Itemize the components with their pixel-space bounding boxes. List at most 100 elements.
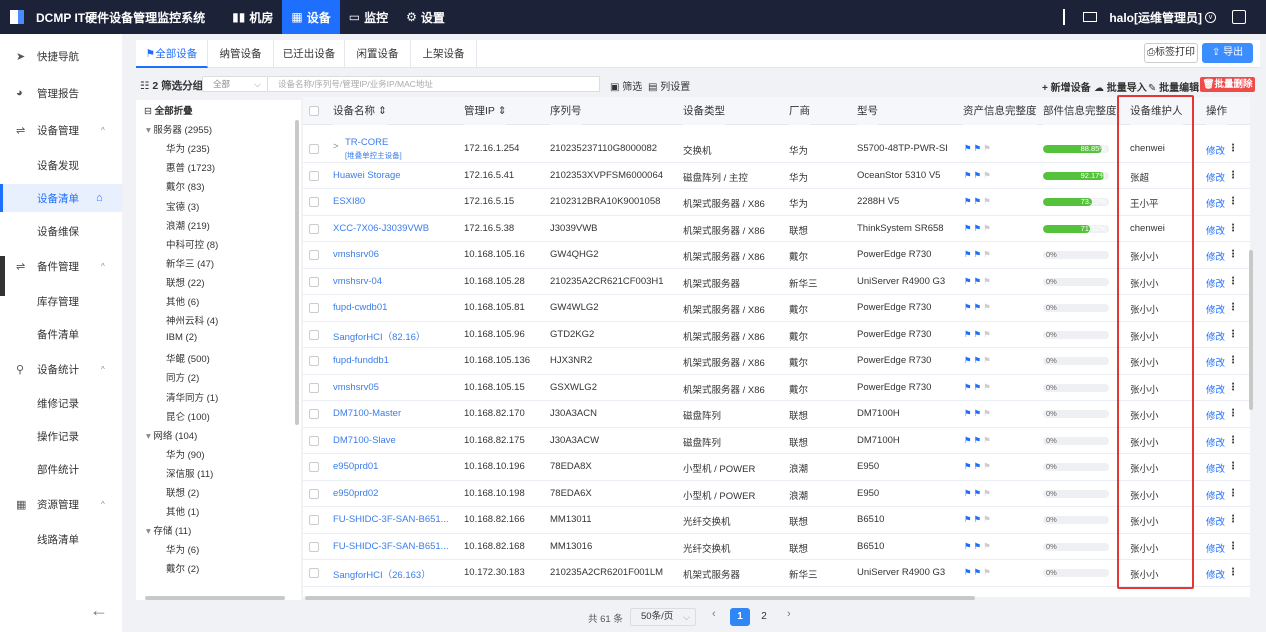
sidebar-item-device-mgmt[interactable]: ⇌ 设备管理 ^	[0, 116, 122, 144]
edit-link[interactable]: 修改	[1206, 567, 1225, 581]
tree-leaf[interactable]: 深信服 (11)	[166, 466, 213, 480]
prev-page-icon[interactable]: ‹	[712, 608, 716, 620]
row-checkbox[interactable]	[309, 435, 319, 446]
col-ip[interactable]: 管理IP ⇕	[464, 97, 507, 125]
tree-leaf[interactable]: 新华三 (47)	[166, 256, 214, 270]
more-icon[interactable]: ⋮	[1228, 382, 1238, 393]
edit-link[interactable]: 修改	[1206, 223, 1225, 237]
edit-link[interactable]: 修改	[1206, 170, 1225, 184]
page-size-select[interactable]: 50条/页	[630, 608, 696, 626]
device-name-link[interactable]: ESXI80	[333, 196, 365, 207]
batch-delete-button[interactable]: 🗑批量删除	[1200, 77, 1255, 92]
tree-leaf[interactable]: 其他 (6)	[166, 294, 199, 308]
tree-group[interactable]: ▾ 存储 (11)	[146, 523, 191, 537]
row-checkbox[interactable]	[309, 409, 319, 419]
export-button[interactable]: ⇪ 导出	[1202, 43, 1253, 63]
select-all-checkbox[interactable]	[309, 106, 319, 116]
device-name-link[interactable]: FU-SHIDC-3F-SAN-B651...	[333, 541, 449, 552]
sidebar-item-maintenance[interactable]: 设备维保	[0, 217, 122, 245]
tab-managed[interactable]: 纳管设备	[208, 40, 274, 68]
print-label-button[interactable]: ⎙标签打印	[1144, 43, 1198, 63]
sidebar-item-reports[interactable]: ◕ 管理报告	[0, 79, 122, 107]
tree-leaf[interactable]: IBM (2)	[166, 332, 197, 343]
drag-handle[interactable]	[0, 256, 5, 296]
device-name-link[interactable]: fupd-cwdb01	[333, 302, 387, 313]
table-row[interactable]: SangforHCI（26.163） 10.172.30.183 210235A2C…	[303, 560, 1250, 587]
tree-leaf[interactable]: 其他 (1)	[166, 504, 199, 518]
user-name[interactable]: halo[运维管理员]	[1109, 9, 1202, 26]
device-name-link[interactable]: FU-SHIDC-3F-SAN-B651...	[333, 514, 449, 525]
tree-leaf[interactable]: 华为 (90)	[166, 447, 205, 461]
batch-edit-button[interactable]: ✎ 批量编辑	[1148, 79, 1199, 94]
col-name[interactable]: 设备名称 ⇕	[333, 97, 387, 125]
sidebar-item-lines[interactable]: 线路清单	[0, 525, 122, 553]
chevron-down-icon[interactable]: v	[1205, 11, 1216, 23]
table-row[interactable]: fupd-funddb1 10.168.105.136 HJX3NR2 机架式服务器 …	[303, 348, 1250, 375]
row-checkbox[interactable]	[309, 250, 319, 260]
device-name-link[interactable]: Huawei Storage	[333, 170, 401, 181]
table-row[interactable]: ESXI80 172.16.5.15 2102312BRA10K9001058 机架式…	[303, 189, 1250, 216]
tab-racked[interactable]: 上架设备	[411, 40, 477, 68]
row-checkbox[interactable]	[309, 356, 319, 366]
nav-room[interactable]: ▮▮ 机房	[223, 0, 282, 34]
sidebar-item-quicknav[interactable]: ➤ 快捷导航	[0, 42, 122, 70]
more-icon[interactable]: ⋮	[1228, 249, 1238, 260]
device-name-link[interactable]: SangforHCI（82.16）	[333, 329, 425, 343]
tab-migrated[interactable]: 已迁出设备	[274, 40, 345, 68]
table-row[interactable]: vmshsrv-04 10.168.105.28 210235A2CR621CF00…	[303, 269, 1250, 295]
tree-hscrollbar[interactable]	[145, 596, 285, 600]
tree-leaf[interactable]: 惠普 (1723)	[166, 160, 215, 174]
collapse-arrow-icon[interactable]: ←	[90, 600, 108, 621]
device-name-link[interactable]: vmshsrv-04	[333, 276, 382, 287]
table-row[interactable]: DM7100-Slave 10.168.82.175 J30A3ACW 磁盘阵列 联想 D…	[303, 428, 1250, 454]
table-row[interactable]: e950prd02 10.168.10.198 78EDA6X 小型机 / POWER…	[303, 481, 1250, 507]
tree-leaf[interactable]: 浪潮 (219)	[166, 218, 210, 232]
row-checkbox[interactable]	[309, 303, 319, 313]
device-name-link[interactable]: DM7100-Slave	[333, 435, 396, 446]
table-row[interactable]: FU-SHIDC-3F-SAN-B651... 10.168.82.166 MM13…	[303, 507, 1250, 534]
mail-icon[interactable]	[1083, 12, 1098, 22]
more-icon[interactable]: ⋮	[1228, 302, 1238, 313]
nav-device[interactable]: ▦ 设备	[282, 0, 340, 34]
tab-all[interactable]: ⚑全部设备	[136, 40, 208, 68]
edit-link[interactable]: 修改	[1206, 355, 1225, 369]
more-icon[interactable]: ⋮	[1228, 143, 1238, 154]
edit-link[interactable]: 修改	[1206, 302, 1225, 316]
expand-icon[interactable]: >	[333, 141, 339, 152]
more-icon[interactable]: ⋮	[1228, 276, 1238, 287]
row-checkbox[interactable]	[309, 515, 319, 525]
group-select[interactable]: 全部	[202, 76, 268, 92]
table-vscrollbar[interactable]	[1249, 250, 1253, 410]
more-icon[interactable]: ⋮	[1228, 514, 1238, 525]
table-row[interactable]: DM7100-Master 10.168.82.170 J30A3ACN 磁盘阵列 联想…	[303, 401, 1250, 428]
row-checkbox[interactable]	[309, 144, 319, 154]
tree-leaf[interactable]: 华鲲 (500)	[166, 351, 210, 365]
tree-leaf[interactable]: 华为 (6)	[166, 542, 199, 556]
table-row[interactable]: fupd-cwdb01 10.168.105.81 GW4WLG2 机架式服务器 / …	[303, 295, 1250, 322]
tab-idle[interactable]: 闲置设备	[345, 40, 411, 68]
tree-leaf[interactable]: 宝德 (3)	[166, 199, 199, 213]
edit-link[interactable]: 修改	[1206, 249, 1225, 263]
sidebar-item-spare-list[interactable]: 备件清单	[0, 320, 122, 348]
nav-monitor[interactable]: ▭ 监控	[340, 0, 397, 34]
more-icon[interactable]: ⋮	[1228, 223, 1238, 234]
edit-link[interactable]: 修改	[1206, 408, 1225, 422]
tree-group[interactable]: ▾ 服务器 (2955)	[146, 122, 212, 136]
more-icon[interactable]: ⋮	[1228, 196, 1238, 207]
add-device-button[interactable]: + 新增设备	[1042, 79, 1091, 94]
table-row[interactable]: FU-SHIDC-3F-SAN-B651... 10.168.82.168 MM13…	[303, 534, 1250, 560]
tree-leaf[interactable]: 戴尔 (83)	[166, 179, 205, 193]
edit-link[interactable]: 修改	[1206, 461, 1225, 475]
edit-link[interactable]: 修改	[1206, 382, 1225, 396]
row-checkbox[interactable]	[309, 223, 319, 234]
more-icon[interactable]: ⋮	[1228, 541, 1238, 552]
table-row[interactable]: e950prd01 10.168.10.196 78EDA8X 小型机 / POWER…	[303, 454, 1250, 481]
row-checkbox[interactable]	[309, 197, 319, 207]
tree-leaf[interactable]: 华为 (235)	[166, 141, 210, 155]
row-checkbox[interactable]	[309, 329, 319, 340]
row-checkbox[interactable]	[309, 276, 319, 287]
table-row[interactable]: Huawei Storage 172.16.5.41 2102353XVPFSM60…	[303, 163, 1250, 189]
more-icon[interactable]: ⋮	[1228, 567, 1238, 578]
more-icon[interactable]: ⋮	[1228, 435, 1238, 446]
edit-link[interactable]: 修改	[1206, 514, 1225, 528]
